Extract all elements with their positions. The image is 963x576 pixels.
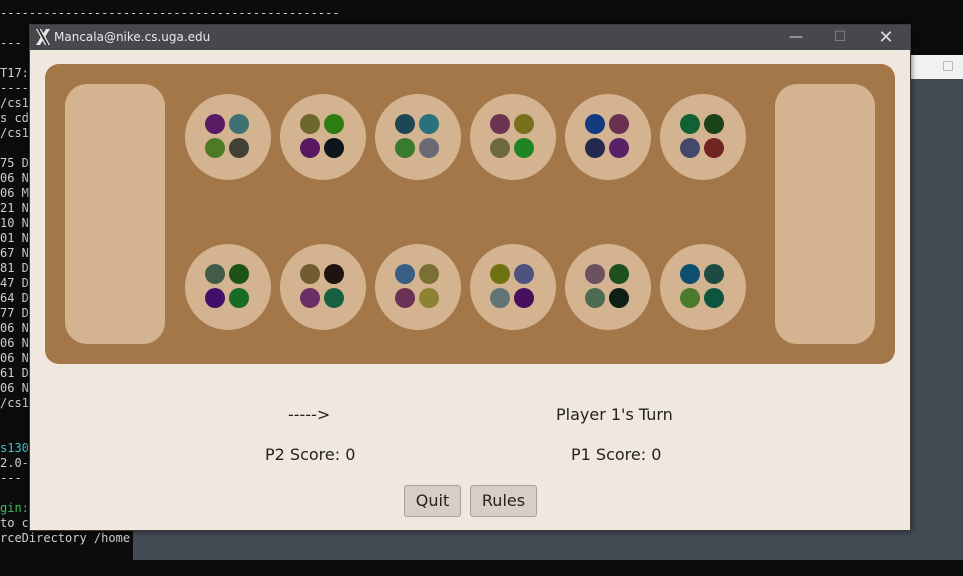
minimize-button[interactable]: — — [774, 25, 818, 50]
stone — [395, 138, 415, 158]
stone — [585, 138, 605, 158]
stone — [419, 264, 439, 284]
pit-bottom-1[interactable] — [185, 244, 271, 330]
stone — [514, 114, 534, 134]
stone — [704, 138, 724, 158]
stone — [419, 138, 439, 158]
stone — [300, 114, 320, 134]
p2-score: P2 Score: 0 — [265, 445, 356, 464]
stone — [419, 288, 439, 308]
pit-bottom-4[interactable] — [470, 244, 556, 330]
player2-store[interactable] — [65, 84, 165, 344]
stone — [680, 138, 700, 158]
turn-indicator: Player 1's Turn — [556, 405, 673, 424]
terminal-line: /cs1 — [0, 96, 29, 110]
terminal-line: ---- — [0, 81, 29, 95]
title-bar[interactable]: Mancala@nike.cs.uga.edu — ☐ ✕ — [30, 25, 910, 50]
terminal-line: 2.0- — [0, 456, 29, 470]
stone — [324, 288, 344, 308]
stone — [229, 114, 249, 134]
quit-button[interactable]: Quit — [404, 485, 461, 517]
stone — [704, 264, 724, 284]
stone — [609, 114, 629, 134]
stone — [490, 138, 510, 158]
stone — [680, 264, 700, 284]
terminal-line: /cs1 — [0, 396, 29, 410]
stone — [490, 288, 510, 308]
player1-store[interactable] — [775, 84, 875, 344]
stone — [704, 114, 724, 134]
stone — [229, 288, 249, 308]
stone — [514, 138, 534, 158]
pit-top-5[interactable] — [565, 94, 651, 180]
stone — [300, 288, 320, 308]
stone — [514, 288, 534, 308]
stone — [324, 114, 344, 134]
terminal-line: rceDirectory /home — [0, 531, 131, 545]
stone — [300, 264, 320, 284]
stone — [680, 288, 700, 308]
mancala-board — [45, 64, 895, 364]
stone — [205, 114, 225, 134]
stone — [229, 138, 249, 158]
stone — [324, 264, 344, 284]
stone — [609, 288, 629, 308]
pit-bottom-5[interactable] — [565, 244, 651, 330]
stone — [300, 138, 320, 158]
close-button[interactable]: ✕ — [864, 25, 908, 50]
p1-score: P1 Score: 0 — [571, 445, 662, 464]
terminal-line: s cd — [0, 111, 29, 125]
pit-bottom-2[interactable] — [280, 244, 366, 330]
stone — [585, 288, 605, 308]
terminal-line: --- — [0, 471, 22, 485]
x11-logo-icon — [36, 29, 50, 45]
terminal-line: gin: — [0, 501, 29, 515]
stone — [395, 114, 415, 134]
terminal-line: /cs1 — [0, 126, 29, 140]
stone — [609, 138, 629, 158]
pit-top-2[interactable] — [280, 94, 366, 180]
turn-arrow: -----> — [288, 405, 331, 424]
stone — [704, 288, 724, 308]
maximize-button[interactable]: ☐ — [818, 25, 862, 50]
stone — [395, 288, 415, 308]
stone — [205, 138, 225, 158]
window-title: Mancala@nike.cs.uga.edu — [54, 30, 211, 44]
terminal-line: --- — [0, 36, 22, 50]
maximize-icon[interactable] — [943, 61, 953, 71]
stone — [585, 114, 605, 134]
pit-top-1[interactable] — [185, 94, 271, 180]
stone — [609, 264, 629, 284]
terminal-line: ----------------------------------------… — [0, 6, 340, 20]
stone — [680, 114, 700, 134]
pit-top-6[interactable] — [660, 94, 746, 180]
stone — [324, 138, 344, 158]
terminal-line: s130 — [0, 441, 29, 455]
stone — [514, 264, 534, 284]
mancala-window: Mancala@nike.cs.uga.edu — ☐ ✕ -----> Pla… — [29, 24, 911, 531]
rules-button[interactable]: Rules — [470, 485, 537, 517]
pit-bottom-6[interactable] — [660, 244, 746, 330]
stone — [490, 114, 510, 134]
stone — [419, 114, 439, 134]
stone — [229, 264, 249, 284]
stone — [205, 264, 225, 284]
pit-bottom-3[interactable] — [375, 244, 461, 330]
stone — [205, 288, 225, 308]
stone — [395, 264, 415, 284]
pit-top-3[interactable] — [375, 94, 461, 180]
stone — [585, 264, 605, 284]
stone — [490, 264, 510, 284]
pit-top-4[interactable] — [470, 94, 556, 180]
